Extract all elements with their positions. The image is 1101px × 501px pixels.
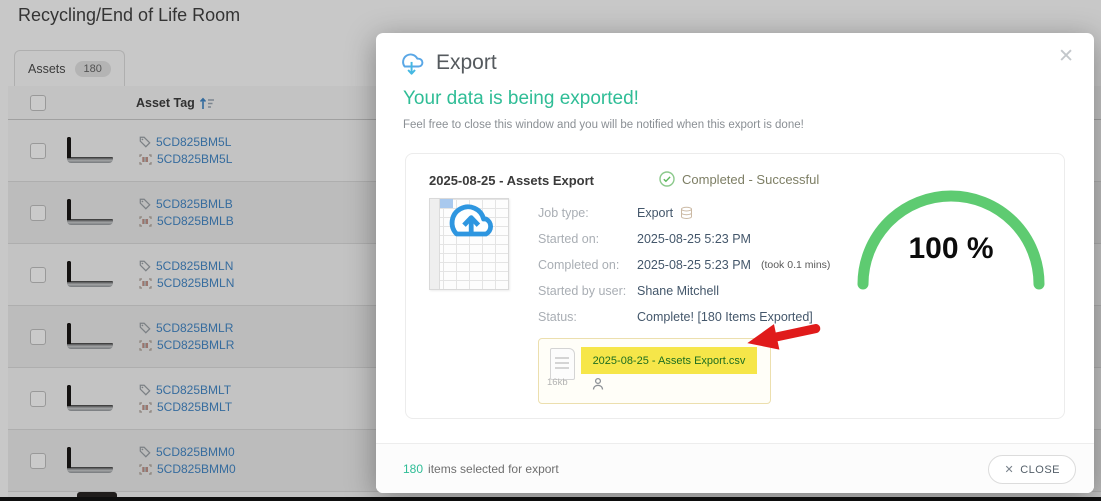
close-button-x-icon: ✕ bbox=[1004, 463, 1014, 476]
user-icon bbox=[591, 377, 605, 391]
export-subheading: Feel free to close this window and you w… bbox=[403, 119, 804, 131]
annotation-arrow-icon bbox=[741, 322, 825, 362]
selected-count: 180 bbox=[403, 462, 423, 476]
field-started-on: Started on: 2025-08-25 5:23 PM bbox=[538, 226, 830, 252]
cloud-download-icon bbox=[396, 48, 426, 77]
file-icon bbox=[550, 348, 575, 380]
modal-close-icon[interactable]: ✕ bbox=[1058, 45, 1074, 68]
field-started-by: Started by user: Shane Mitchell bbox=[538, 278, 830, 304]
database-icon bbox=[679, 206, 694, 221]
check-circle-icon bbox=[659, 171, 675, 187]
field-job-type: Job type: Export bbox=[538, 200, 830, 226]
export-file-link[interactable]: 2025-08-25 - Assets Export.csv bbox=[581, 347, 757, 374]
modal-title: Export bbox=[436, 51, 497, 75]
export-file-attachment[interactable]: 16kb 2025-08-25 - Assets Export.csv bbox=[538, 338, 771, 404]
progress-percent: 100 % bbox=[856, 232, 1046, 266]
selected-count-text: 180items selected for export bbox=[403, 462, 559, 476]
file-size: 16kb bbox=[547, 377, 568, 388]
close-button[interactable]: ✕ CLOSE bbox=[988, 455, 1076, 484]
export-modal: Export ✕ Your data is being exported! Fe… bbox=[376, 33, 1094, 493]
field-completed-on: Completed on: 2025-08-25 5:23 PM (took 0… bbox=[538, 252, 830, 278]
job-name: 2025-08-25 - Assets Export bbox=[429, 173, 594, 188]
job-status-badge: Completed - Successful bbox=[659, 171, 819, 187]
modal-footer: 180items selected for export ✕ CLOSE bbox=[376, 443, 1094, 493]
job-fields: Job type: Export Started on: 2025-08-25 … bbox=[538, 200, 830, 330]
duration-note: (took 0.1 mins) bbox=[761, 259, 830, 271]
cloud-upload-icon bbox=[438, 198, 504, 248]
export-heading: Your data is being exported! bbox=[403, 88, 639, 110]
modal-header: Export bbox=[396, 48, 497, 77]
export-job-card: 2025-08-25 - Assets Export Completed - S… bbox=[405, 153, 1065, 419]
